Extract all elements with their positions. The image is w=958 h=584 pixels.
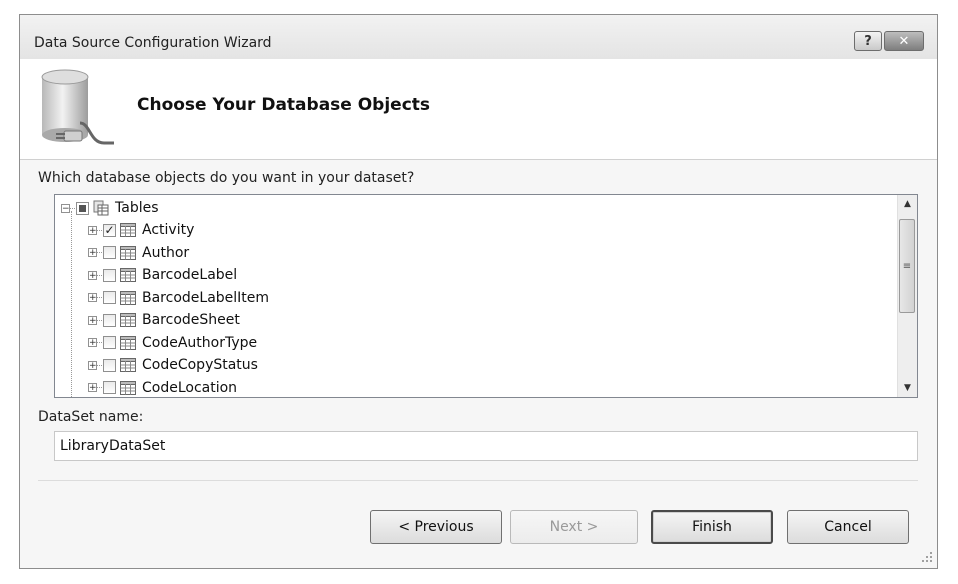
page-title: Choose Your Database Objects	[137, 95, 431, 115]
table-checkbox[interactable]: ✓	[103, 223, 116, 237]
tree-node-table[interactable]: + BarcodeLabel	[88, 264, 237, 286]
tree-node-label: CodeAuthorType	[142, 334, 258, 351]
close-button[interactable]: ✕	[884, 31, 924, 51]
tables-folder-icon	[93, 200, 109, 216]
next-button[interactable]: Next >	[510, 510, 638, 544]
tree-connector	[97, 387, 102, 388]
table-checkbox[interactable]	[103, 268, 116, 282]
table-checkbox[interactable]	[103, 358, 116, 372]
tree-node-label: Activity	[142, 222, 195, 238]
tree-node-label: Tables	[115, 200, 159, 216]
tree-node-label: BarcodeLabel	[142, 267, 238, 283]
tree-connector	[97, 229, 102, 231]
tree-node-label: CodeLocation	[142, 379, 238, 396]
table-icon	[120, 335, 136, 350]
tree-node-label: BarcodeSheet	[142, 312, 240, 328]
tree-connector-line	[71, 211, 72, 397]
expand-toggle-icon[interactable]: +	[88, 270, 97, 280]
objects-prompt: Which database objects do you want in yo…	[38, 170, 415, 186]
tree-connector	[97, 297, 102, 298]
scroll-down-arrow-icon[interactable]: ▼	[898, 379, 917, 397]
expand-toggle-icon[interactable]: +	[88, 315, 97, 325]
expand-toggle-icon[interactable]: +	[88, 248, 97, 258]
tree-node-label: Author	[142, 244, 190, 261]
expand-toggle-icon[interactable]: +	[88, 383, 97, 393]
resize-grip-icon[interactable]	[921, 551, 933, 563]
tree-node-label: BarcodeLabelItem	[142, 289, 270, 306]
tree-node-table[interactable]: + BarcodeLabelItem	[88, 287, 269, 309]
table-icon	[120, 245, 136, 260]
tree-connector	[97, 274, 102, 276]
window-title: Data Source Configuration Wizard	[34, 35, 272, 51]
table-icon	[120, 290, 136, 305]
tree-connector	[97, 252, 102, 253]
tables-checkbox[interactable]	[76, 201, 89, 215]
help-button[interactable]: ?	[854, 31, 882, 51]
tree-node-table[interactable]: + CodeLocation	[88, 377, 238, 398]
tree-node-table[interactable]: + Author	[88, 242, 189, 264]
tree-node-table[interactable]: + BarcodeSheet	[88, 309, 240, 331]
finish-button[interactable]: Finish	[651, 510, 773, 544]
title-bar: Data Source Configuration Wizard ? ✕	[20, 15, 937, 60]
button-separator	[38, 480, 918, 481]
table-icon	[120, 313, 136, 327]
collapse-toggle-icon[interactable]: −	[61, 203, 70, 213]
table-checkbox[interactable]	[103, 336, 116, 349]
tree-node-table[interactable]: + ✓ Activity	[88, 219, 194, 241]
tree-node-tables[interactable]: − Tables	[61, 197, 159, 219]
cancel-button[interactable]: Cancel	[787, 510, 909, 544]
table-checkbox[interactable]	[103, 291, 116, 304]
expand-toggle-icon[interactable]: +	[88, 360, 97, 370]
tree-node-table[interactable]: + CodeAuthorType	[88, 332, 257, 354]
table-icon	[120, 223, 136, 237]
tree-connector	[97, 319, 102, 321]
expand-toggle-icon[interactable]: +	[88, 338, 97, 348]
vertical-scrollbar[interactable]: ▲ ≡ ▼	[897, 195, 917, 397]
database-plug-icon	[41, 69, 114, 145]
database-objects-tree[interactable]: − Tables + ✓ Activity + Author + BarcodeLabel +…	[54, 194, 918, 398]
dataset-name-label: DataSet name:	[38, 409, 144, 425]
table-checkbox[interactable]	[103, 313, 116, 327]
tree-node-table[interactable]: + CodeCopyStatus	[88, 354, 258, 376]
scroll-up-arrow-icon[interactable]: ▲	[898, 195, 917, 213]
scroll-thumb[interactable]: ≡	[899, 219, 915, 313]
tree-connector	[97, 342, 102, 343]
tree-connector	[97, 364, 102, 366]
table-checkbox[interactable]	[103, 246, 116, 259]
dataset-name-input[interactable]	[54, 431, 918, 461]
tree-connector	[70, 207, 75, 209]
wizard-header: Choose Your Database Objects	[20, 59, 937, 160]
tree-node-label: CodeCopyStatus	[142, 357, 258, 373]
table-checkbox[interactable]	[103, 381, 116, 394]
table-icon	[120, 268, 136, 282]
expand-toggle-icon[interactable]: +	[88, 293, 97, 303]
table-icon	[120, 380, 136, 395]
expand-toggle-icon[interactable]: +	[88, 225, 97, 235]
table-icon	[120, 358, 136, 372]
previous-button[interactable]: < Previous	[370, 510, 502, 544]
